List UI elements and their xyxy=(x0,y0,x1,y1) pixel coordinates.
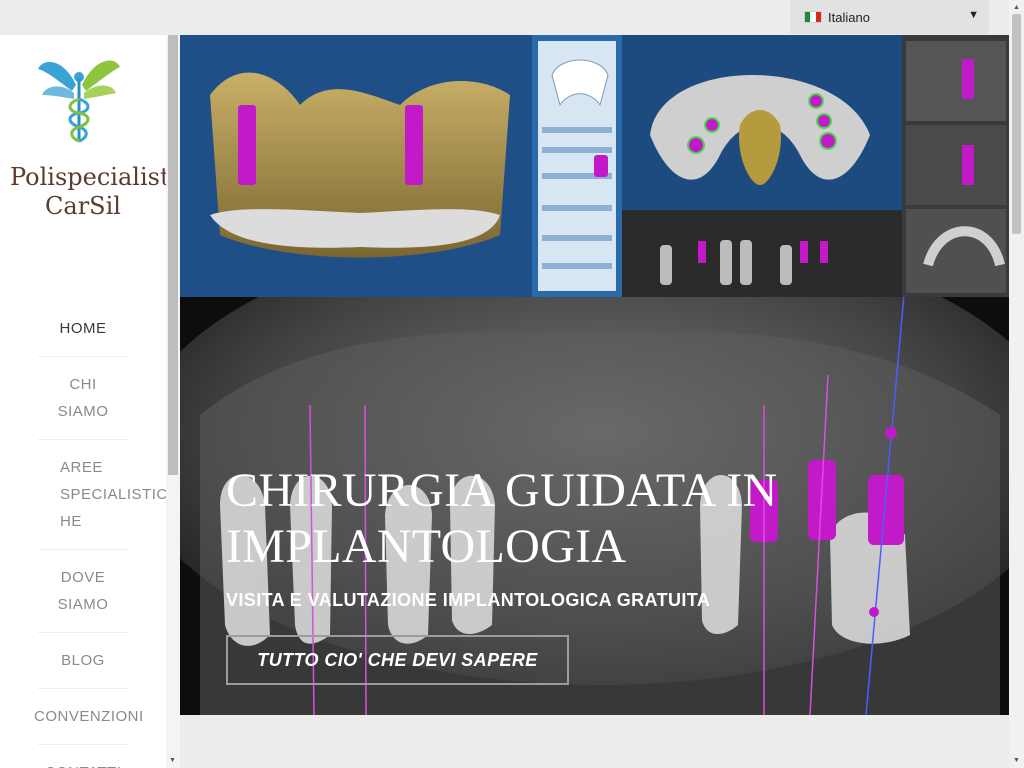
sidebar-scrollbar-thumb[interactable] xyxy=(168,35,178,475)
nav-item-contatti[interactable]: CONTATTI xyxy=(0,759,166,768)
italian-flag-icon xyxy=(804,11,822,23)
hero-subtitle: VISITA E VALUTAZIONE IMPLANTOLOGICA GRAT… xyxy=(226,590,711,610)
language-label: Italiano xyxy=(828,9,870,25)
nav-item-dove-siamo[interactable]: DOVE SIAMO xyxy=(43,564,123,618)
sidebar-scrollbar[interactable]: ▼ xyxy=(166,35,180,768)
scroll-up-arrow-icon[interactable]: ▲ xyxy=(1013,4,1020,11)
main-nav: HOME CHI SIAMO AREE SPECIALISTICHE DOVE … xyxy=(0,307,167,768)
nav-item-blog[interactable]: BLOG xyxy=(0,647,166,674)
page-scrollbar[interactable]: ▲ ▼ xyxy=(1009,0,1024,768)
page-scrollbar-thumb[interactable] xyxy=(1012,14,1021,234)
top-bar: Italiano ▼ xyxy=(0,0,1024,35)
hero-banner: CHIRURGIA GUIDATA IN IMPLANTOLOGIA VISIT… xyxy=(180,35,1009,715)
caduceus-logo xyxy=(38,60,120,143)
learn-more-button[interactable]: TUTTO CIO' CHE DEVI SAPERE xyxy=(226,635,569,685)
nav-item-aree-specialistiche[interactable]: AREE SPECIALISTICHE xyxy=(36,454,176,535)
language-selector[interactable]: Italiano ▼ xyxy=(790,0,989,34)
nav-item-chi-siamo[interactable]: CHI SIAMO xyxy=(43,371,123,425)
hero-title: CHIRURGIA GUIDATA IN IMPLANTOLOGIA xyxy=(226,464,778,573)
sidebar: Polispecialistico CarSil HOME CHI SIAMO … xyxy=(0,35,206,768)
dental-scan-illustration xyxy=(180,35,1009,715)
scroll-down-arrow-icon[interactable]: ▼ xyxy=(169,757,176,764)
caret-down-icon: ▼ xyxy=(968,9,979,21)
scroll-down-arrow-icon[interactable]: ▼ xyxy=(1013,757,1020,764)
nav-item-convenzioni[interactable]: CONVENZIONI xyxy=(0,703,166,730)
brand-name: Polispecialistico CarSil xyxy=(10,163,206,220)
nav-item-home[interactable]: HOME xyxy=(0,315,166,342)
